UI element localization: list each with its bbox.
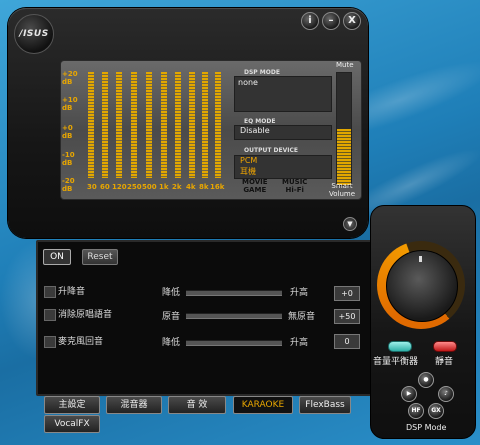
output-device-line1: PCM [240, 156, 258, 165]
dsp-gx-button[interactable]: GX [428, 403, 444, 419]
dsp-mode-value: none [238, 78, 258, 87]
tab-karaoke[interactable]: KARAOKE [233, 396, 293, 414]
volume-slider[interactable] [336, 72, 352, 186]
key-shift-label: 升降音 [58, 287, 86, 297]
asus-logo: /ISUS [14, 14, 54, 54]
eq-frequency-label: 500 [142, 183, 157, 191]
eq-frequency-label: 1k [159, 183, 169, 191]
eq-frequency-label: 2k [172, 183, 182, 191]
eq-band-bar[interactable] [189, 72, 195, 178]
eq-band-bar[interactable] [175, 72, 181, 178]
key-shift-left-label: 降低 [162, 288, 181, 298]
eq-db-label: -20 dB [62, 177, 75, 193]
dsp-right-button[interactable]: ♪ [438, 386, 454, 402]
karaoke-on-button[interactable]: ON [43, 249, 71, 265]
tab-main-settings[interactable]: 主設定 [44, 396, 100, 414]
vocal-cancel-left-label: 原音 [162, 312, 181, 322]
mic-echo-left-label: 降低 [162, 338, 181, 348]
mic-echo-slider[interactable] [186, 340, 282, 346]
key-shift-checkbox[interactable] [44, 286, 56, 298]
mic-echo-label: 麥克風回音 [58, 337, 104, 347]
eq-frequency-label: 4k [186, 183, 196, 191]
eq-frequency-label: 60 [100, 183, 110, 191]
key-shift-value: +0 [334, 286, 360, 301]
mode-music-hifi[interactable]: MUSIC Hi-Fi [282, 178, 307, 194]
key-shift-right-label: 升高 [290, 288, 309, 298]
vocal-cancel-slider[interactable] [186, 313, 282, 319]
mic-echo-right-label: 升高 [290, 338, 309, 348]
equalizer-label: 音量平衡器 [373, 357, 419, 367]
vocal-cancel-right-label: 無原音 [288, 312, 316, 322]
eq-band-bar[interactable] [131, 72, 137, 178]
dsp-left-button[interactable]: ▶ [401, 386, 417, 402]
dsp-mode-label: DSP Mode [406, 423, 447, 432]
tab-flexbass[interactable]: FlexBass [299, 396, 351, 414]
eq-frequency-label: 16k [210, 183, 225, 191]
info-button[interactable]: i [301, 12, 319, 30]
eq-mode-value: Disable [240, 126, 270, 135]
volume-knob-indicator [419, 256, 422, 262]
tab-effects[interactable]: 音 效 [168, 396, 226, 414]
chevron-down-icon[interactable]: ▼ [343, 217, 357, 231]
karaoke-reset-button[interactable]: Reset [82, 249, 118, 265]
output-device-line2: 耳機 [240, 167, 256, 176]
key-shift-slider[interactable] [186, 290, 282, 296]
tab-vocalfx[interactable]: VocalFX [44, 415, 100, 433]
vocal-cancel-label: 消除原唱語音 [58, 310, 113, 320]
eq-band-bar[interactable] [146, 72, 152, 178]
eq-frequency-label: 120 [112, 183, 127, 191]
eq-mode-title: EQ MODE [244, 118, 276, 125]
equalizer-toggle[interactable] [388, 341, 412, 352]
volume-mute-label: Mute [336, 61, 354, 69]
eq-band-bar[interactable] [202, 72, 208, 178]
eq-band-bar[interactable] [88, 72, 94, 178]
eq-db-label: +20 dB [62, 70, 78, 86]
eq-db-label: -10 dB [62, 151, 75, 167]
minimize-button[interactable]: – [322, 12, 340, 30]
eq-band-bar[interactable] [161, 72, 167, 178]
eq-band-bar[interactable] [102, 72, 108, 178]
tab-mixer[interactable]: 混音器 [106, 396, 162, 414]
dsp-top-button[interactable]: ● [418, 372, 434, 388]
output-device-title: OUTPUT DEVICE [244, 147, 298, 154]
vocal-cancel-checkbox[interactable] [44, 309, 56, 321]
mute-toggle[interactable] [433, 341, 457, 352]
eq-frequency-label: 250 [127, 183, 142, 191]
eq-db-label: +10 dB [62, 96, 78, 112]
volume-knob[interactable] [386, 250, 458, 322]
mute-label: 靜音 [435, 357, 454, 367]
vocal-cancel-value: +50 [334, 309, 360, 324]
eq-db-label: +0 dB [62, 124, 73, 140]
smart-volume-label[interactable]: Smart Volume [329, 182, 355, 198]
eq-frequency-label: 8k [199, 183, 209, 191]
dsp-hf-button[interactable]: HF [408, 403, 424, 419]
eq-frequency-label: 30 [87, 183, 97, 191]
mic-echo-value: 0 [334, 334, 360, 349]
volume-level-fill [337, 129, 351, 185]
eq-band-bar[interactable] [116, 72, 122, 178]
close-button[interactable]: X [343, 12, 361, 30]
mic-echo-checkbox[interactable] [44, 336, 56, 348]
eq-band-bar[interactable] [215, 72, 221, 178]
dsp-mode-title: DSP MODE [244, 69, 280, 76]
mode-movie-game[interactable]: MOVIE GAME [242, 178, 268, 194]
